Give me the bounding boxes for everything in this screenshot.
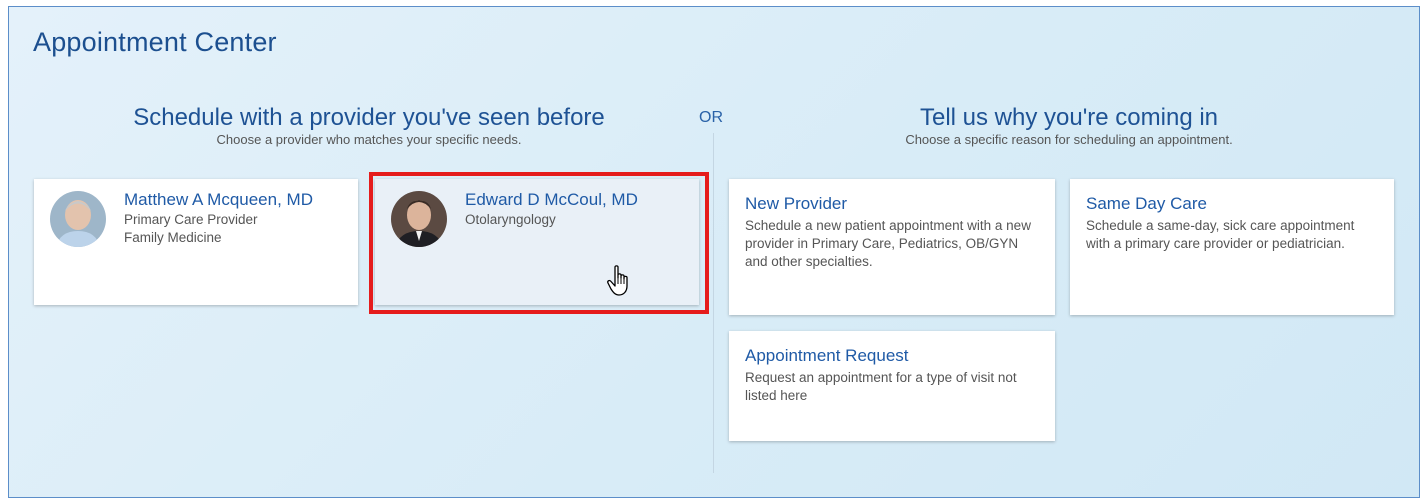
- reason-card-new-provider[interactable]: New Provider Schedule a new patient appo…: [729, 179, 1055, 315]
- appointment-center-panel: Appointment Center Schedule with a provi…: [8, 6, 1420, 498]
- reason-description: Schedule a same-day, sick care appointme…: [1086, 218, 1355, 251]
- page-title: Appointment Center: [33, 27, 277, 57]
- reason-section-title: Tell us why you're coming in: [919, 104, 1219, 131]
- hand-pointer-icon: [607, 265, 633, 302]
- provider-section-subtitle: Choose a provider who matches your speci…: [216, 132, 522, 147]
- provider-card-matthew-mcqueen[interactable]: Matthew A Mcqueen, MD Primary Care Provi…: [34, 179, 358, 305]
- provider-specialty: Family Medicine: [124, 230, 222, 245]
- reason-title: Appointment Request: [745, 346, 909, 365]
- provider-section-title: Schedule with a provider you've seen bef…: [133, 104, 605, 131]
- section-divider: [713, 133, 714, 473]
- reason-description: Schedule a new patient appointment with …: [745, 218, 1031, 269]
- reason-card-appointment-request[interactable]: Appointment Request Request an appointme…: [729, 331, 1055, 441]
- provider-section-header: Schedule with a provider you've seen bef…: [89, 104, 649, 148]
- provider-name: Matthew A Mcqueen, MD: [124, 190, 313, 209]
- provider-role: Primary Care Provider: [124, 212, 258, 227]
- reason-section-header: Tell us why you're coming in Choose a sp…: [789, 104, 1349, 148]
- reason-card-same-day-care[interactable]: Same Day Care Schedule a same-day, sick …: [1070, 179, 1394, 315]
- reason-section-subtitle: Choose a specific reason for scheduling …: [905, 132, 1233, 147]
- reason-description: Request an appointment for a type of vis…: [745, 370, 1017, 403]
- reason-title: Same Day Care: [1086, 194, 1207, 213]
- provider-avatar: [50, 191, 106, 247]
- reason-title: New Provider: [745, 194, 848, 213]
- selection-highlight-box: [369, 172, 709, 314]
- or-separator-label: OR: [699, 109, 723, 126]
